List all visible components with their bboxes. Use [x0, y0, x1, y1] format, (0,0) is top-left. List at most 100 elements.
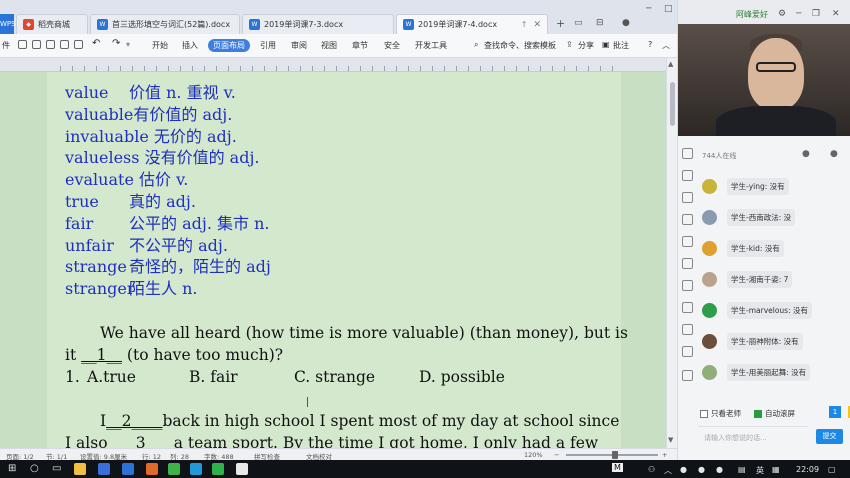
folder-icon[interactable]	[682, 236, 693, 247]
export-icon[interactable]	[46, 40, 55, 49]
document-area[interactable]: value 价值 n. 重视 v. valuable有价值的 adj. inval…	[0, 58, 666, 448]
zoom-slider-handle[interactable]	[612, 451, 618, 459]
undo-icon[interactable]: ↶	[92, 38, 100, 49]
horizontal-ruler[interactable]	[0, 58, 666, 72]
app-icon[interactable]	[236, 463, 248, 475]
pin-icon[interactable]: ↑	[521, 20, 528, 29]
app-icon[interactable]	[190, 463, 202, 475]
ruler-tick	[360, 66, 361, 71]
close-tab-icon[interactable]: ✕	[533, 20, 541, 30]
zoom-out-icon[interactable]: −	[554, 451, 559, 459]
tab-page-layout[interactable]: 页面布局	[208, 39, 250, 52]
tray-icon[interactable]: ●	[680, 465, 687, 474]
app-icon[interactable]	[98, 463, 110, 475]
document-page[interactable]: value 价值 n. 重视 v. valuable有价值的 adj. inval…	[47, 72, 628, 448]
wechat-icon[interactable]	[212, 463, 224, 475]
tab-doc-2[interactable]: W 2019单词课7-3.docx	[242, 14, 394, 34]
tab-doc-1[interactable]: W 首三选形填空与词汇(52篇).docx	[90, 14, 240, 34]
search-icon[interactable]: ○	[30, 463, 39, 474]
tab-references[interactable]: 引用	[260, 40, 276, 51]
notification-icon[interactable]: ▢	[828, 465, 836, 474]
search-icon[interactable]: ⌕	[474, 40, 478, 50]
like-icon[interactable]: ●	[802, 149, 810, 159]
flower-icon[interactable]: ●	[830, 149, 838, 159]
clock[interactable]: 22:09	[796, 465, 819, 474]
new-tab-button[interactable]: +	[556, 17, 565, 30]
redo-icon[interactable]: ↷	[112, 38, 120, 49]
app-icon[interactable]	[168, 463, 180, 475]
send-button[interactable]: 提交	[816, 429, 843, 444]
maximize-icon[interactable]: □	[664, 4, 673, 14]
tray-icon[interactable]: ●	[716, 465, 723, 474]
question-icon[interactable]	[682, 324, 693, 335]
windows-start-icon[interactable]: ⊞	[8, 463, 16, 474]
minimize-icon[interactable]: ─	[646, 4, 651, 14]
gift-icon[interactable]	[682, 280, 693, 291]
m-app-icon[interactable]: M	[612, 463, 623, 472]
chat-input[interactable]: 请输入你想说的话...	[698, 426, 808, 446]
tab-doc-active[interactable]: W 2019单词课7-4.docx ↑ ✕	[396, 14, 548, 34]
bell-icon[interactable]	[682, 346, 693, 357]
vertical-scrollbar[interactable]: ▲ ▼	[666, 58, 677, 448]
print-icon[interactable]	[60, 40, 69, 49]
person-icon[interactable]: ⚇	[648, 465, 655, 474]
preview-icon[interactable]	[74, 40, 83, 49]
ruler-tick	[420, 66, 421, 71]
zoom-in-icon[interactable]: +	[662, 451, 667, 459]
tab-home[interactable]: 开始	[152, 40, 168, 51]
save-icon[interactable]	[18, 40, 27, 49]
wps-taskbar-icon[interactable]	[122, 463, 134, 475]
checkbox[interactable]	[754, 409, 762, 418]
history-icon[interactable]	[682, 302, 693, 313]
comment-button[interactable]: 批注	[613, 40, 629, 51]
auto-scroll-toggle[interactable]: 自动滚屏	[754, 408, 795, 419]
task-view-icon[interactable]: ▭	[52, 463, 61, 474]
close-icon[interactable]: ✕	[832, 9, 840, 19]
tab-view[interactable]: 视图	[321, 40, 337, 51]
open-icon[interactable]	[32, 40, 41, 49]
vocab-word: invaluable	[65, 126, 149, 146]
help-button[interactable]: ?	[648, 40, 652, 49]
keyboard-icon[interactable]: ▦	[772, 465, 780, 474]
split-view-icon[interactable]: ⊟	[596, 18, 604, 28]
settings-icon[interactable]: ⚙	[778, 9, 786, 19]
command-search[interactable]: 查找命令、搜索模板	[484, 40, 556, 51]
minimize-icon[interactable]: ─	[796, 9, 801, 19]
word-doc-icon: W	[249, 19, 260, 30]
zoom-level[interactable]: 120%	[524, 451, 543, 459]
more-icon[interactable]: ▾	[126, 40, 130, 49]
tab-insert[interactable]: 插入	[182, 40, 198, 51]
number-badge[interactable]: 1	[829, 406, 841, 418]
app-icon[interactable]	[146, 463, 158, 475]
image-icon[interactable]	[682, 258, 693, 269]
tab-review[interactable]: 审阅	[291, 40, 307, 51]
scroll-up-icon[interactable]: ▲	[668, 60, 673, 68]
ruler-tick	[336, 66, 337, 71]
ime-indicator[interactable]: 英	[756, 465, 764, 476]
share-icon[interactable]	[682, 214, 693, 225]
wps-app-badge[interactable]: WPS	[0, 14, 16, 34]
file-explorer-icon[interactable]	[74, 463, 86, 475]
only-teacher-toggle[interactable]: 只看老师	[700, 408, 741, 419]
ruler-tick	[276, 66, 277, 71]
tray-icon[interactable]: ●	[698, 465, 705, 474]
share-button[interactable]: 分享	[578, 40, 594, 51]
tab-security[interactable]: 安全	[384, 40, 400, 51]
people-icon[interactable]	[682, 170, 693, 181]
file-menu[interactable]: 件	[2, 40, 10, 51]
scrollbar-thumb[interactable]	[670, 82, 675, 126]
chat-message: 学生-kid: 没有	[702, 239, 784, 258]
grid-icon[interactable]	[682, 370, 693, 381]
user-avatar-icon[interactable]: ●	[622, 18, 630, 28]
window-list-icon[interactable]: ▭	[574, 18, 583, 28]
checkbox[interactable]	[700, 409, 708, 418]
tray-arrow-icon[interactable]: ︿	[664, 465, 672, 476]
collapse-ribbon-icon[interactable]: ︿	[662, 40, 670, 51]
tab-store[interactable]: ◆ 稻壳商城	[16, 14, 88, 34]
network-icon[interactable]: ▤	[738, 465, 746, 474]
tab-chapter[interactable]: 章节	[352, 40, 368, 51]
tab-developer[interactable]: 开发工具	[415, 40, 447, 51]
scroll-down-icon[interactable]: ▼	[668, 436, 673, 444]
restore-icon[interactable]: ❐	[812, 9, 820, 19]
document-icon[interactable]	[682, 192, 693, 203]
